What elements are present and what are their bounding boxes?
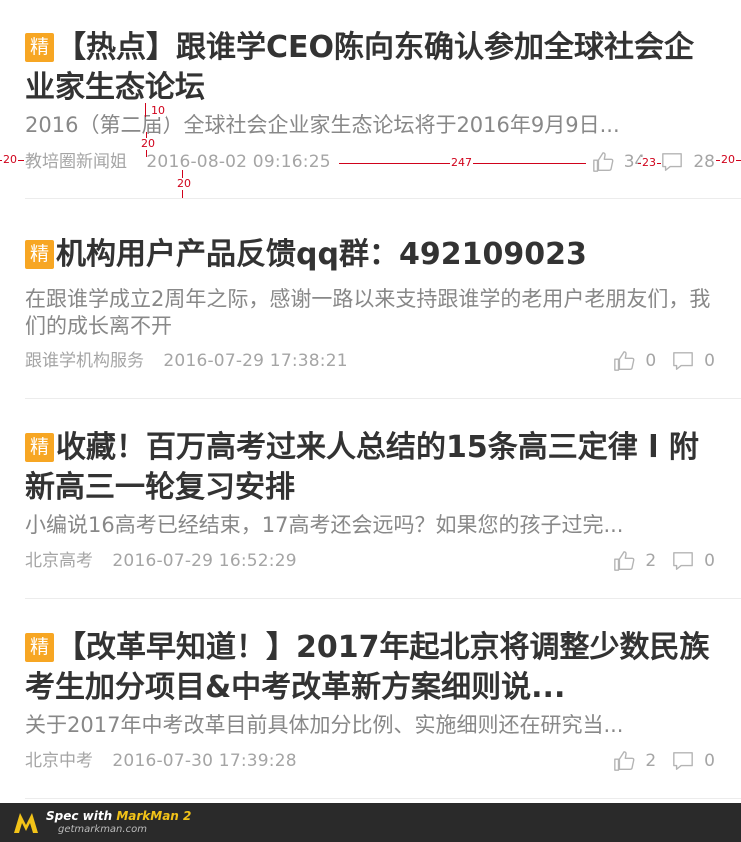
comment-icon: [673, 752, 694, 770]
article-title[interactable]: 精机构用户产品反馈qq群：492109023: [25, 235, 715, 275]
article-author: 北京中考: [25, 751, 93, 771]
article-card[interactable]: 精【热点】跟谁学CEO陈向东确认参加全球社会企业家生态论坛 2016（第二届）全…: [25, 0, 741, 199]
article-title[interactable]: 精【热点】跟谁学CEO陈向东确认参加全球社会企业家生态论坛: [25, 28, 715, 108]
markman-url: getmarkman.com: [58, 824, 147, 835]
article-stats: 0 0: [597, 346, 715, 376]
measure-label-20b: 20: [176, 177, 192, 190]
measure-label-10: 10: [150, 104, 166, 117]
comment-count: 0: [704, 751, 715, 771]
article-time: 2016-07-30 17:39:28: [112, 751, 297, 771]
article-title[interactable]: 精【改革早知道！】2017年起北京将调整少数民族考生加分项目&中考改革新方案细则…: [25, 628, 715, 708]
measure-line: [145, 103, 146, 117]
measure-label-23: 23: [641, 156, 657, 169]
like-button[interactable]: 0: [613, 346, 656, 376]
measure-label-247: 247: [450, 156, 473, 169]
like-button[interactable]: 34: [592, 147, 645, 177]
markman-footer: Spec with MarkMan 2 getmarkman.com: [0, 803, 741, 842]
featured-badge: 精: [25, 33, 54, 62]
comment-button[interactable]: 0: [672, 546, 715, 576]
article-card[interactable]: 精机构用户产品反馈qq群：492109023 在跟谁学成立2周年之际，感谢一路以…: [25, 198, 741, 399]
article-time: 2016-07-29 17:38:21: [163, 351, 348, 371]
article-stats: 2 0: [597, 746, 715, 776]
article-card[interactable]: 精【改革早知道！】2017年起北京将调整少数民族考生加分项目&中考改革新方案细则…: [25, 598, 741, 799]
like-button[interactable]: 2: [613, 546, 656, 576]
article-meta: 教培圈新闻姐 2016-08-02 09:16:25 34 28: [25, 147, 715, 177]
article-author: 跟谁学机构服务: [25, 351, 144, 371]
markman-brand: MarkMan 2: [116, 809, 192, 823]
like-count: 2: [645, 751, 657, 771]
comment-icon: [673, 352, 694, 370]
article-stats: 2 0: [597, 546, 715, 576]
featured-badge: 精: [25, 633, 54, 662]
article-meta: 北京高考 2016-07-29 16:52:29 2 0: [25, 546, 715, 576]
markman-tagline: Spec with MarkMan 2: [46, 809, 191, 823]
comment-button[interactable]: 0: [672, 346, 715, 376]
comment-count: 28: [693, 152, 715, 172]
thumbs-up-icon: [614, 351, 635, 371]
measure-label-20a: 20: [140, 137, 156, 150]
comment-count: 0: [704, 551, 715, 571]
comment-icon: [662, 153, 683, 171]
comment-count: 0: [704, 351, 715, 371]
comment-button[interactable]: 0: [672, 746, 715, 776]
article-title-text: 【热点】跟谁学CEO陈向东确认参加全球社会企业家生态论坛: [25, 30, 695, 105]
measure-label-right: 20: [720, 153, 736, 166]
like-count: 2: [645, 551, 657, 571]
like-count: 0: [645, 351, 657, 371]
article-card[interactable]: 精收藏！百万高考过来人总结的15条高三定律 l 附新高三一轮复习安排 小编说16…: [25, 398, 741, 599]
article-summary: 2016（第二届）全球社会企业家生态论坛将于2016年9月9日...: [25, 113, 620, 137]
thumbs-up-icon: [614, 551, 635, 571]
comment-button[interactable]: 28: [661, 147, 715, 177]
article-time: 2016-07-29 16:52:29: [112, 551, 297, 571]
markman-prefix: Spec with: [46, 809, 117, 823]
thumbs-up-icon: [592, 152, 614, 172]
comment-icon: [673, 552, 694, 570]
article-title-text: 【改革早知道！】2017年起北京将调整少数民族考生加分项目&中考改革新方案细则说…: [25, 630, 710, 705]
article-author: 北京高考: [25, 551, 93, 571]
article-author: 教培圈新闻姐: [25, 152, 127, 172]
featured-badge: 精: [25, 240, 54, 269]
article-summary: 在跟谁学成立2周年之际，感谢一路以来支持跟谁学的老用户老朋友们，我们的成长离不开: [25, 287, 711, 338]
article-summary: 小编说16高考已经结束，17高考还会远吗？如果您的孩子过完...: [25, 513, 624, 537]
article-meta: 跟谁学机构服务 2016-07-29 17:38:21 0 0: [25, 346, 715, 376]
article-summary: 关于2017年中考改革目前具体加分比例、实施细则还在研究当...: [25, 713, 624, 737]
featured-badge: 精: [25, 433, 54, 462]
like-button[interactable]: 2: [613, 746, 656, 776]
article-title-text: 收藏！百万高考过来人总结的15条高三定律 l 附新高三一轮复习安排: [25, 430, 699, 505]
article-meta: 北京中考 2016-07-30 17:39:28 2 0: [25, 746, 715, 776]
markman-logo-icon: [14, 813, 38, 833]
thumbs-up-icon: [614, 751, 635, 771]
measure-label-left: 20: [2, 153, 18, 166]
article-time: 2016-08-02 09:16:25: [146, 152, 331, 172]
article-title[interactable]: 精收藏！百万高考过来人总结的15条高三定律 l 附新高三一轮复习安排: [25, 428, 715, 508]
article-title-text: 机构用户产品反馈qq群：492109023: [56, 237, 587, 272]
